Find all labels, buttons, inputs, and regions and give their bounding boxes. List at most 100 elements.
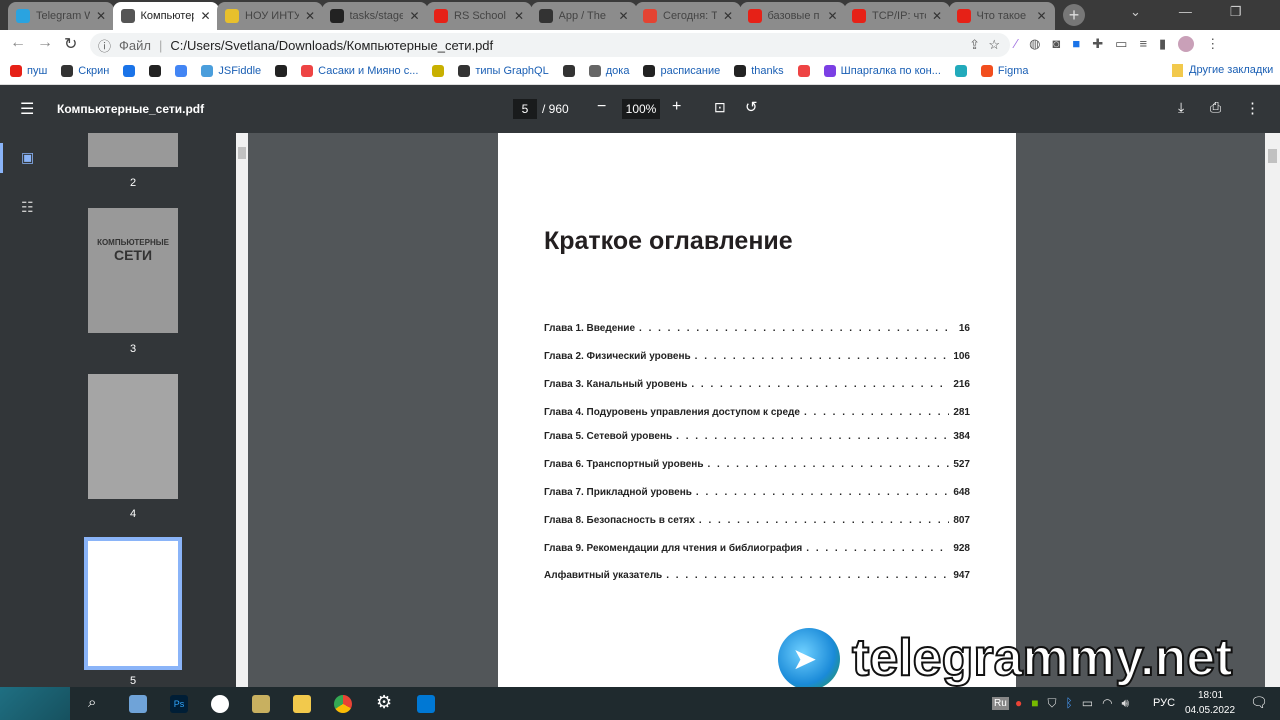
toc-entry[interactable]: Глава 9. Рекомендации для чтения и библи… <box>544 543 970 554</box>
outline-view-icon[interactable]: ☷ <box>21 199 34 216</box>
thumbnail-page-4[interactable] <box>88 374 178 499</box>
bookmark[interactable] <box>275 65 288 77</box>
bookmark[interactable] <box>562 65 575 77</box>
cast-icon[interactable]: ▭ <box>1115 36 1127 52</box>
toc-entry[interactable]: Глава 7. Прикладной уровень. . . . . . .… <box>544 487 970 498</box>
bookmark[interactable]: Скрин <box>61 65 109 77</box>
toc-entry[interactable]: Глава 8. Безопасность в сетях. . . . . .… <box>544 515 970 526</box>
start-area[interactable] <box>0 687 70 720</box>
close-tab-icon[interactable]: ✕ <box>305 9 315 23</box>
explorer-app-icon[interactable] <box>293 695 311 713</box>
bookmark[interactable]: Сасаки и Мияно с... <box>301 65 418 77</box>
close-tab-icon[interactable]: ✕ <box>723 9 733 23</box>
address-bar[interactable]: ⓘ Файл | C:/Users/Svetlana/Downloads/Ком… <box>90 33 1010 57</box>
close-tab-icon[interactable]: ✕ <box>514 9 524 23</box>
rotate-icon[interactable]: ↺ <box>745 98 758 116</box>
bookmark[interactable] <box>123 65 136 77</box>
toc-entry[interactable]: Глава 2. Физический уровень. . . . . . .… <box>544 351 970 362</box>
close-tab-icon[interactable]: ✕ <box>200 9 210 23</box>
info-icon[interactable]: ⓘ <box>98 36 111 55</box>
security-tray-icon[interactable]: ⛉ <box>1048 696 1057 711</box>
notepad-app-icon[interactable] <box>129 695 147 713</box>
thumbnail-page-5-selected[interactable] <box>84 537 182 670</box>
forward-button[interactable]: → <box>37 34 53 52</box>
page-number-input[interactable]: 5 <box>513 99 537 119</box>
extensions-puzzle-icon[interactable]: ✚ <box>1092 36 1103 52</box>
camera-extension-icon[interactable]: ◙ <box>1053 36 1061 52</box>
nvidia-tray-icon[interactable]: ■ <box>1031 696 1038 711</box>
toc-entry[interactable]: Глава 3. Канальный уровень. . . . . . . … <box>544 379 970 390</box>
bookmark[interactable] <box>149 65 162 77</box>
download-icon[interactable]: ⤓ <box>1178 99 1184 116</box>
print-icon[interactable]: ⎙ <box>1210 99 1221 116</box>
minimize-button[interactable]: — <box>1179 4 1192 20</box>
bookmark[interactable] <box>175 65 188 77</box>
bookmark[interactable]: Figma <box>980 65 1028 77</box>
new-tab-button[interactable]: + <box>1063 4 1085 26</box>
more-options-icon[interactable]: ⋮ <box>1245 99 1260 117</box>
notifications-icon[interactable]: 🗨︎ <box>1250 694 1268 711</box>
fit-page-icon[interactable]: ⊡ <box>714 99 726 116</box>
other-bookmarks[interactable]: Другие закладки <box>1172 64 1273 77</box>
tab[interactable]: TCP/IP: что ✕ <box>844 2 950 30</box>
vscode-app-icon[interactable] <box>417 695 435 713</box>
toc-entry[interactable]: Глава 4. Подуровень управления доступом … <box>544 407 970 418</box>
sidebar-menu-icon[interactable]: ☰ <box>20 99 34 119</box>
toc-entry[interactable]: Глава 1. Введение. . . . . . . . . . . .… <box>544 323 970 334</box>
close-tab-icon[interactable]: ✕ <box>827 9 837 23</box>
tab[interactable]: tasks/stage ✕ <box>321 2 428 30</box>
thumbnail-page-3[interactable]: КОМПЬЮТЕРНЫЕ СЕТИ <box>88 208 178 333</box>
bookmark[interactable]: JSFiddle <box>201 65 261 77</box>
zoom-out-button[interactable]: − <box>597 98 606 116</box>
lang-badge[interactable]: Ru <box>992 697 1009 710</box>
thumbnails-view-icon[interactable]: ▣ <box>21 149 34 166</box>
bookmark[interactable]: дока <box>588 65 629 77</box>
close-tab-icon[interactable]: ✕ <box>409 9 419 23</box>
zoom-input[interactable]: 100% <box>622 99 660 119</box>
chrome-app-icon[interactable] <box>334 695 352 713</box>
tab-search-icon[interactable]: ⌄ <box>1130 4 1141 20</box>
menu-icon[interactable]: ⋮ <box>1206 36 1219 52</box>
bookmark-star-icon[interactable]: ☆ <box>988 37 1000 53</box>
battery-tray-icon[interactable]: ▭ <box>1082 696 1093 711</box>
input-language[interactable]: РУС <box>1153 697 1175 709</box>
toc-entry[interactable]: Глава 5. Сетевой уровень. . . . . . . . … <box>544 431 970 442</box>
tab[interactable]: Telegram W ✕ <box>8 2 114 30</box>
chrome-tray-icon[interactable]: ● <box>1015 696 1022 711</box>
wifi-tray-icon[interactable]: ◠ <box>1102 696 1112 711</box>
avatar[interactable] <box>1178 36 1195 52</box>
pen-extension-icon[interactable]: ⁄ <box>1015 36 1017 52</box>
media-app-icon[interactable] <box>252 695 270 713</box>
document-scrollbar[interactable] <box>1265 133 1280 687</box>
bookmark[interactable] <box>432 65 445 77</box>
bookmark[interactable]: расписание <box>643 65 720 77</box>
thumbnail-page-2[interactable] <box>88 133 178 167</box>
volume-tray-icon[interactable]: 🔊︎ <box>1122 696 1130 711</box>
toc-entry[interactable]: Алфавитный указатель. . . . . . . . . . … <box>544 570 970 581</box>
eyedropper-extension-icon[interactable]: ■ <box>1072 36 1080 52</box>
tab[interactable]: Компьютер ✕ <box>112 2 219 30</box>
tab[interactable]: базовые п ✕ <box>739 2 846 30</box>
close-tab-icon[interactable]: ✕ <box>1036 9 1046 23</box>
share-icon[interactable]: ⇪ <box>969 37 980 53</box>
bookmark[interactable]: пуш <box>10 65 47 77</box>
app-icon[interactable] <box>211 695 229 713</box>
toc-entry[interactable]: Глава 6. Транспортный уровень. . . . . .… <box>544 459 970 470</box>
tab[interactable]: Что такое ✕ <box>948 2 1055 30</box>
side-panel-icon[interactable]: ▮ <box>1159 36 1166 52</box>
back-button[interactable]: ← <box>10 34 26 52</box>
bookmark[interactable]: типы GraphQL <box>458 65 549 77</box>
clock-time[interactable]: 18:01 <box>1198 690 1223 701</box>
bookmark[interactable]: thanks <box>734 65 784 77</box>
media-icon[interactable]: ≡ <box>1139 36 1147 52</box>
reload-button[interactable]: ↻ <box>64 34 77 54</box>
close-tab-icon[interactable]: ✕ <box>618 9 628 23</box>
photoshop-app-icon[interactable]: Ps <box>170 695 188 713</box>
zoom-in-button[interactable]: + <box>672 98 681 116</box>
bookmark[interactable] <box>797 65 810 77</box>
tab[interactable]: Сегодня: Т ✕ <box>635 2 741 30</box>
bookmark[interactable] <box>954 65 967 77</box>
maximize-button[interactable]: ❐ <box>1230 4 1242 20</box>
bluetooth-tray-icon[interactable]: ᛒ <box>1066 696 1073 711</box>
close-tab-icon[interactable]: ✕ <box>932 9 942 23</box>
